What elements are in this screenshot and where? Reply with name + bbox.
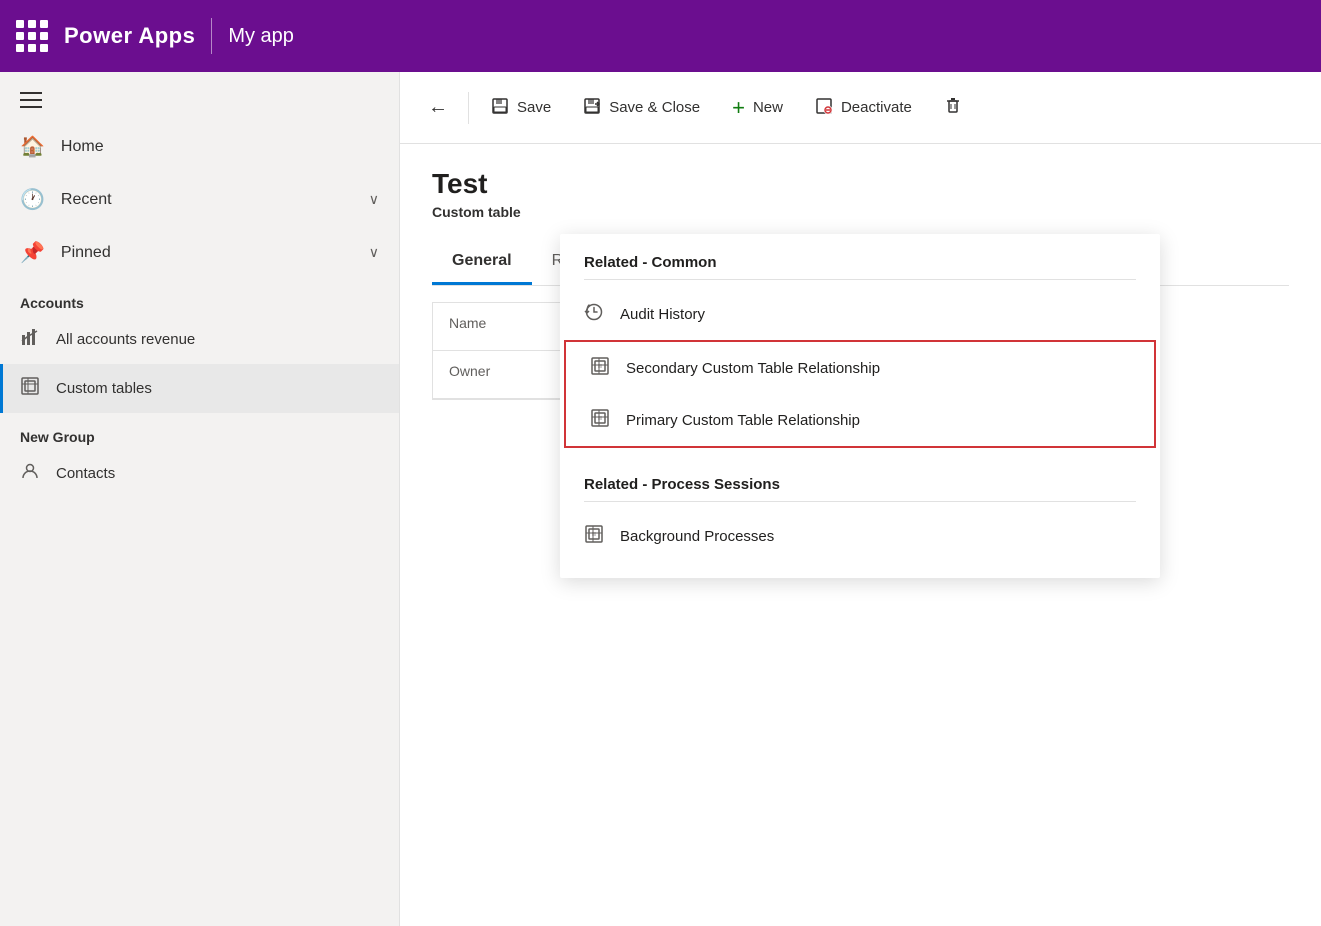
- toolbar-separator-1: [468, 92, 469, 124]
- back-button[interactable]: ←: [416, 88, 460, 127]
- app-name: My app: [228, 25, 294, 48]
- contacts-label: Contacts: [56, 465, 115, 482]
- highlighted-items-group: Secondary Custom Table Relationship: [564, 340, 1156, 448]
- header-divider: [211, 18, 212, 54]
- deactivate-icon: [815, 97, 833, 119]
- dropdown-section-process-title: Related - Process Sessions: [560, 456, 1160, 501]
- chevron-down-icon-2: ∨: [369, 244, 379, 261]
- record-title: Test: [432, 168, 1289, 200]
- dropdown-divider-2: [584, 501, 1136, 502]
- deactivate-label: Deactivate: [841, 99, 912, 116]
- related-dropdown: Related - Common Audit History: [560, 234, 1160, 578]
- content-area: ← Save: [400, 72, 1321, 926]
- sidebar-pinned-label: Pinned: [61, 244, 111, 262]
- save-close-icon: [583, 97, 601, 119]
- sidebar-item-custom-tables[interactable]: Custom tables: [0, 364, 399, 413]
- delete-button[interactable]: [930, 89, 976, 127]
- sidebar-item-recent[interactable]: 🕐 Recent ∨: [0, 173, 399, 226]
- new-icon: +: [732, 97, 745, 119]
- audit-history-label: Audit History: [620, 306, 705, 323]
- app-launcher-icon[interactable]: [16, 20, 48, 52]
- background-processes-icon: [584, 524, 604, 548]
- sidebar-item-contacts[interactable]: Contacts: [0, 449, 399, 498]
- hamburger-icon: [20, 92, 42, 108]
- primary-custom-label: Primary Custom Table Relationship: [626, 412, 860, 429]
- dropdown-section-common-title: Related - Common: [560, 234, 1160, 279]
- new-button[interactable]: + New: [718, 89, 797, 127]
- main-layout: 🏠 Home 🕐 Recent ∨ 📌 Pinned ∨ Accounts: [0, 72, 1321, 926]
- accounts-revenue-icon: [20, 327, 40, 352]
- primary-custom-icon: [590, 408, 610, 432]
- sidebar-section-new-group: New Group: [0, 413, 399, 449]
- contacts-icon: [20, 461, 40, 486]
- sidebar-section-accounts: Accounts: [0, 279, 399, 315]
- sidebar-home-label: Home: [61, 138, 104, 156]
- dropdown-item-audit-history[interactable]: Audit History: [560, 288, 1160, 340]
- home-icon: 🏠: [20, 134, 45, 159]
- secondary-custom-icon: [590, 356, 610, 380]
- toolbar: ← Save: [400, 72, 1321, 144]
- sidebar-item-home[interactable]: 🏠 Home: [0, 120, 399, 173]
- chevron-down-icon: ∨: [369, 191, 379, 208]
- deactivate-button[interactable]: Deactivate: [801, 89, 926, 127]
- record-subtitle: Custom table: [432, 204, 1289, 220]
- dropdown-divider-1: [584, 279, 1136, 280]
- save-button[interactable]: Save: [477, 89, 565, 127]
- dropdown-item-background-processes[interactable]: Background Processes: [560, 510, 1160, 562]
- page-content: Test Custom table General Related Name: [400, 144, 1321, 926]
- sidebar-item-all-accounts[interactable]: All accounts revenue: [0, 315, 399, 364]
- brand-title: Power Apps: [64, 23, 195, 49]
- all-accounts-label: All accounts revenue: [56, 331, 195, 348]
- save-close-label: Save & Close: [609, 99, 700, 116]
- save-label: Save: [517, 99, 551, 116]
- sidebar-item-pinned[interactable]: 📌 Pinned ∨: [0, 226, 399, 279]
- recent-icon: 🕐: [20, 187, 45, 212]
- audit-history-icon: [584, 302, 604, 326]
- pin-icon: 📌: [20, 240, 45, 265]
- dropdown-item-secondary-custom[interactable]: Secondary Custom Table Relationship: [566, 342, 1154, 394]
- delete-icon: [944, 97, 962, 119]
- save-close-button[interactable]: Save & Close: [569, 89, 714, 127]
- sidebar-hamburger-btn[interactable]: [0, 80, 399, 120]
- dropdown-item-primary-custom[interactable]: Primary Custom Table Relationship: [566, 394, 1154, 446]
- custom-tables-icon: [20, 376, 40, 401]
- save-icon: [491, 97, 509, 119]
- background-processes-label: Background Processes: [620, 528, 774, 545]
- secondary-custom-label: Secondary Custom Table Relationship: [626, 360, 880, 377]
- top-bar: Power Apps My app: [0, 0, 1321, 72]
- new-label: New: [753, 99, 783, 116]
- custom-tables-label: Custom tables: [56, 380, 152, 397]
- sidebar: 🏠 Home 🕐 Recent ∨ 📌 Pinned ∨ Accounts: [0, 72, 400, 926]
- sidebar-recent-label: Recent: [61, 191, 112, 209]
- tab-general[interactable]: General: [432, 240, 532, 285]
